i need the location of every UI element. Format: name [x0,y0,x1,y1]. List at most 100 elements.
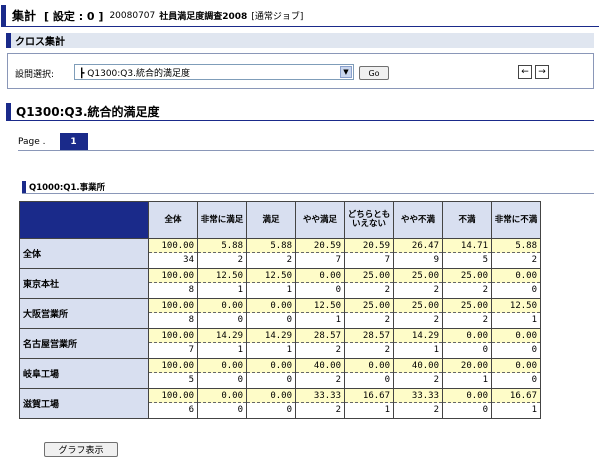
row-header: 大阪営業所 [19,298,149,329]
cell-count: 0 [492,283,540,297]
table-corner [19,201,149,239]
page-title: 集計 [12,9,37,23]
page-number-current[interactable]: 1 [59,133,88,150]
table-cell: 0.00 0 [442,328,492,359]
cell-percentage: 12.50 [247,269,295,283]
cell-percentage: 33.33 [394,389,442,403]
cell-count: 1 [492,403,540,417]
cell-percentage: 0.00 [492,269,540,283]
cell-percentage: 5.88 [247,239,295,253]
cell-percentage: 100.00 [149,269,197,283]
table-cell: 0.00 0 [344,358,394,389]
cell-percentage: 16.67 [492,389,540,403]
table-cell: 12.50 1 [491,298,541,329]
table-cell: 100.00 8 [148,268,198,299]
table-row: 岐阜工場 100.00 5 0.00 0 0.00 0 40.00 2 0.00 0 40.00 2 20… [19,358,541,389]
cell-count: 7 [296,253,344,267]
chevron-down-icon[interactable]: ▼ [340,66,352,78]
cell-count: 8 [149,283,197,297]
cell-percentage: 0.00 [198,389,246,403]
table-cell: 33.33 2 [295,388,345,419]
survey-date: 20080707 [109,10,156,21]
cell-count: 0 [198,373,246,387]
table-cell: 5.88 2 [246,238,296,269]
cell-count: 2 [394,283,442,297]
cell-percentage: 0.00 [198,299,246,313]
cell-percentage: 0.00 [296,269,344,283]
cell-percentage: 26.47 [394,239,442,253]
table-cell: 16.67 1 [344,388,394,419]
cell-count: 1 [198,283,246,297]
table-row: 名古屋営業所 100.00 7 14.29 1 14.29 1 28.57 2 28.57 2 14.… [19,328,541,359]
cell-count: 1 [492,313,540,327]
cell-percentage: 0.00 [345,359,393,373]
table-cell: 28.57 2 [344,328,394,359]
cell-count: 34 [149,253,197,267]
question-select-panel: 設問選択: ┣ Q1300:Q3.統合的満足度 ▼ Go ← → [7,53,594,89]
cell-percentage: 20.59 [296,239,344,253]
cell-count: 1 [296,313,344,327]
cell-percentage: 40.00 [394,359,442,373]
cell-percentage: 28.57 [296,329,344,343]
table-cell: 14.29 1 [246,328,296,359]
column-header: やや不満 [393,201,443,239]
cell-percentage: 0.00 [492,359,540,373]
cell-percentage: 14.29 [247,329,295,343]
cell-count: 2 [394,313,442,327]
cell-percentage: 16.67 [345,389,393,403]
graph-display-button[interactable]: グラフ表示 [44,442,118,457]
table-cell: 100.00 6 [148,388,198,419]
prev-question-button[interactable]: ← [518,65,532,79]
cell-count: 2 [198,253,246,267]
page-header: 集計 [ 設定 : 0 ] 20080707 社員満足度調査2008 [通常ジョ… [1,5,599,27]
cell-percentage: 25.00 [443,269,491,283]
table-cell: 0.00 0 [491,328,541,359]
table-cell: 40.00 2 [295,358,345,389]
question-select-label: 設問選択: [15,70,55,80]
question-title: Q1300:Q3.統合的満足度 [6,103,594,121]
row-header: 岐阜工場 [19,358,149,389]
cell-count: 2 [443,283,491,297]
table-cell: 0.00 0 [246,388,296,419]
cell-count: 2 [296,343,344,357]
cell-count: 2 [394,403,442,417]
pager-divider [18,150,594,151]
cell-percentage: 33.33 [296,389,344,403]
cross-tab-table: 全体 非常に満足 満足 やや満足 どちらともいえない やや不満 不満 非常に不満 全体 100.… [19,201,541,419]
cell-count: 0 [443,343,491,357]
cell-percentage: 20.00 [443,359,491,373]
table-header-row: 全体 非常に満足 満足 やや満足 どちらともいえない やや不満 不満 非常に不満 [19,201,541,239]
table-cell: 25.00 2 [442,268,492,299]
table-cell: 16.67 1 [491,388,541,419]
cross-section-title: クロス集計 [6,33,594,48]
table-cell: 20.59 7 [295,238,345,269]
table-cell: 12.50 1 [246,268,296,299]
cell-count: 1 [247,283,295,297]
cell-percentage: 100.00 [149,239,197,253]
table-cell: 40.00 2 [393,358,443,389]
cell-percentage: 0.00 [492,329,540,343]
cell-count: 0 [492,343,540,357]
cell-count: 1 [247,343,295,357]
table-cell: 5.88 2 [197,238,247,269]
table-cell: 0.00 0 [491,268,541,299]
question-select-dropdown[interactable]: ┣ Q1300:Q3.統合的満足度 ▼ [74,64,354,80]
cell-count: 1 [394,343,442,357]
table-cell: 12.50 1 [197,268,247,299]
cell-percentage: 25.00 [345,269,393,283]
column-header: やや満足 [295,201,345,239]
cell-count: 0 [492,373,540,387]
table-cell: 14.29 1 [197,328,247,359]
table-cell: 33.33 2 [393,388,443,419]
column-header: 満足 [246,201,296,239]
cell-count: 2 [443,313,491,327]
go-button[interactable]: Go [359,66,389,80]
table-cell: 100.00 34 [148,238,198,269]
cell-count: 2 [345,313,393,327]
cell-count: 0 [247,373,295,387]
cell-percentage: 14.29 [198,329,246,343]
column-header: 全体 [148,201,198,239]
next-question-button[interactable]: → [535,65,549,79]
cell-count: 0 [443,403,491,417]
column-header: 不満 [442,201,492,239]
